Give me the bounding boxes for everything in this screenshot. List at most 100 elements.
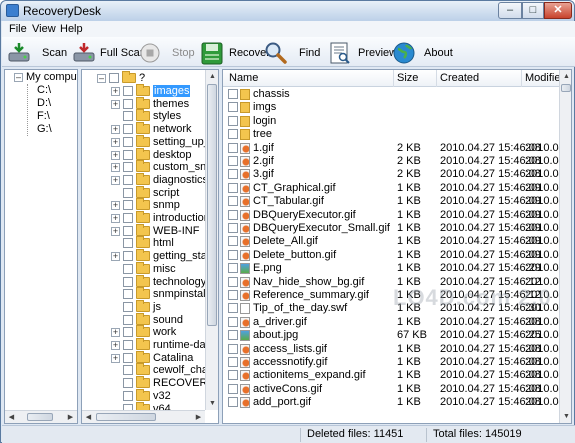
- file-row[interactable]: add_port.gif 1 KB 2010.04.27 15:46:08 2010.…: [223, 396, 571, 409]
- close-button[interactable]: ✕: [544, 2, 572, 19]
- expand-toggle[interactable]: +: [111, 252, 120, 262]
- expand-toggle[interactable]: +: [111, 150, 120, 160]
- file-row[interactable]: tree: [223, 128, 559, 141]
- horizontal-scrollbar[interactable]: ◀ ▶: [82, 410, 205, 423]
- file-row[interactable]: accessnotify.gif 1 KB 2010.04.27 15:46:08 2…: [223, 356, 571, 369]
- file-row[interactable]: Delete_All.gif 1 KB 2010.04.27 15:46:09 201…: [223, 235, 571, 248]
- folder-checkbox[interactable]: [123, 174, 133, 185]
- file-checkbox[interactable]: [228, 223, 238, 233]
- file-row[interactable]: Delete_button.gif 1 KB 2010.04.27 15:46:09…: [223, 249, 571, 262]
- file-checkbox[interactable]: [228, 316, 238, 327]
- expand-toggle[interactable]: +: [111, 328, 120, 338]
- file-row[interactable]: actionitems_expand.gif 1 KB 2010.04.27 15:…: [223, 369, 571, 382]
- stop-button[interactable]: Stop: [139, 40, 195, 66]
- find-button[interactable]: Find: [264, 40, 320, 66]
- full-scan-button[interactable]: Full Scan: [72, 40, 146, 66]
- column-divider[interactable]: [521, 70, 522, 87]
- file-checkbox[interactable]: [228, 236, 238, 247]
- horizontal-scrollbar[interactable]: ◀ ▶: [5, 410, 77, 423]
- column-size[interactable]: Size: [397, 72, 418, 84]
- file-checkbox[interactable]: [228, 196, 238, 207]
- menu-view[interactable]: View: [32, 23, 56, 35]
- recover-button[interactable]: Recover: [200, 40, 270, 66]
- folder-checkbox[interactable]: [123, 314, 133, 325]
- folder-checkbox[interactable]: [123, 162, 133, 173]
- scroll-thumb[interactable]: [27, 413, 53, 421]
- file-row[interactable]: imgs: [223, 101, 559, 114]
- expand-toggle[interactable]: +: [111, 99, 120, 109]
- scroll-right-arrow[interactable]: ▶: [64, 411, 77, 423]
- folder-checkbox[interactable]: [123, 213, 133, 223]
- folder-checkbox[interactable]: [123, 98, 133, 109]
- vertical-scrollbar[interactable]: ▲ ▼: [205, 70, 218, 410]
- folder-checkbox[interactable]: [123, 200, 133, 211]
- folder-checkbox[interactable]: [123, 289, 133, 300]
- file-row[interactable]: login: [223, 115, 559, 128]
- scroll-thumb[interactable]: [207, 84, 217, 326]
- scroll-up-arrow[interactable]: ▲: [560, 70, 571, 83]
- file-checkbox[interactable]: [228, 343, 238, 354]
- menu-file[interactable]: File: [9, 23, 27, 35]
- file-checkbox[interactable]: [228, 129, 238, 140]
- folder-checkbox[interactable]: [123, 276, 133, 287]
- file-checkbox[interactable]: [228, 370, 238, 381]
- file-checkbox[interactable]: [228, 330, 238, 341]
- expand-toggle[interactable]: +: [111, 125, 120, 135]
- folder-checkbox[interactable]: [123, 340, 133, 350]
- file-checkbox[interactable]: [228, 303, 238, 314]
- file-row[interactable]: chassis: [223, 88, 559, 101]
- folder-checkbox[interactable]: [123, 86, 133, 96]
- about-button[interactable]: About: [392, 40, 453, 66]
- folder-checkbox[interactable]: [123, 187, 133, 198]
- expand-toggle[interactable]: +: [111, 163, 120, 173]
- expand-toggle[interactable]: +: [111, 137, 120, 147]
- expand-toggle[interactable]: +: [111, 226, 120, 236]
- vertical-scrollbar[interactable]: ▲ ▼: [559, 70, 571, 423]
- file-checkbox[interactable]: [228, 102, 238, 113]
- scroll-right-arrow[interactable]: ▶: [192, 411, 205, 423]
- file-row[interactable]: 3.gif 2 KB 2010.04.27 15:46:08 2010.04.2: [223, 168, 571, 181]
- expand-toggle[interactable]: +: [111, 341, 120, 350]
- folder-checkbox[interactable]: [123, 378, 133, 389]
- scroll-down-arrow[interactable]: ▼: [206, 397, 218, 410]
- file-row[interactable]: DBQueryExecutor_Small.gif 1 KB 2010.04.27 …: [223, 222, 571, 235]
- file-checkbox[interactable]: [228, 383, 238, 394]
- folder-checkbox[interactable]: [123, 225, 133, 236]
- scroll-left-arrow[interactable]: ◀: [5, 411, 18, 423]
- file-checkbox[interactable]: [228, 290, 238, 300]
- expand-toggle[interactable]: +: [111, 353, 120, 363]
- collapse-toggle[interactable]: –: [97, 74, 106, 83]
- maximize-button[interactable]: □: [522, 2, 544, 19]
- folder-checkbox[interactable]: [123, 251, 133, 262]
- file-row[interactable]: 2.gif 2 KB 2010.04.27 15:46:08 2010.04.2: [223, 155, 571, 168]
- collapse-toggle[interactable]: –: [14, 73, 23, 82]
- file-checkbox[interactable]: [228, 169, 238, 180]
- file-checkbox[interactable]: [228, 263, 238, 274]
- scroll-thumb[interactable]: [561, 84, 571, 92]
- file-row[interactable]: activeCons.gif 1 KB 2010.04.27 15:46:08 201…: [223, 383, 571, 396]
- file-checkbox[interactable]: [228, 182, 238, 193]
- minimize-button[interactable]: –: [498, 2, 522, 19]
- file-checkbox[interactable]: [228, 89, 238, 99]
- folder-checkbox[interactable]: [123, 263, 133, 274]
- file-checkbox[interactable]: [228, 357, 238, 367]
- expand-toggle[interactable]: +: [111, 201, 120, 211]
- column-name[interactable]: Name: [229, 72, 258, 84]
- file-checkbox[interactable]: [228, 276, 238, 287]
- scroll-up-arrow[interactable]: ▲: [206, 70, 218, 83]
- column-created[interactable]: Created: [440, 72, 479, 84]
- file-checkbox[interactable]: [228, 249, 238, 260]
- folder-checkbox[interactable]: [123, 111, 133, 122]
- folder-checkbox[interactable]: [123, 352, 133, 363]
- file-row[interactable]: access_lists.gif 1 KB 2010.04.27 15:46:08 2…: [223, 343, 571, 356]
- expand-toggle[interactable]: +: [111, 214, 120, 223]
- file-row[interactable]: a_driver.gif 1 KB 2010.04.27 15:46:08 2010.…: [223, 316, 571, 329]
- file-checkbox[interactable]: [228, 156, 238, 166]
- scroll-left-arrow[interactable]: ◀: [82, 411, 95, 423]
- file-row[interactable]: E.png 1 KB 2010.04.27 15:46:29 2010.04.2: [223, 262, 571, 275]
- column-divider[interactable]: [393, 70, 394, 87]
- file-checkbox[interactable]: [228, 209, 238, 220]
- file-row[interactable]: CT_Tabular.gif 1 KB 2010.04.27 15:46:09 201…: [223, 195, 571, 208]
- folder-checkbox[interactable]: [123, 238, 133, 249]
- expand-toggle[interactable]: +: [111, 175, 120, 185]
